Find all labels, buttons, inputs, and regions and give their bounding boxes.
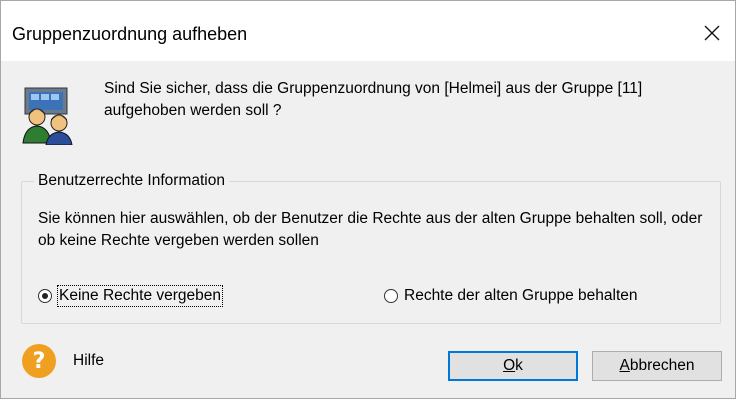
- cancel-button[interactable]: Abbrechen: [592, 351, 722, 381]
- help-icon[interactable]: ?: [22, 344, 56, 378]
- confirmation-message: Sind Sie sicher, dass die Gruppenzuordnu…: [104, 80, 643, 119]
- ok-label-rest: k: [515, 357, 523, 374]
- ok-button[interactable]: Ok: [448, 351, 578, 381]
- radio-keep-rights-label: Rechte der alten Gruppe behalten: [404, 287, 638, 304]
- radio-no-rights-label: Keine Rechte vergeben: [56, 285, 224, 307]
- dialog-window: Gruppenzuordnung aufheben Sind Sie siche…: [0, 0, 736, 399]
- rights-info-groupbox: Benutzerrechte Information Sie können hi…: [21, 171, 721, 324]
- radio-checked-icon: [38, 289, 52, 303]
- title-bar[interactable]: Gruppenzuordnung aufheben: [1, 1, 735, 61]
- radio-keep-rights[interactable]: Rechte der alten Gruppe behalten: [384, 286, 638, 306]
- close-icon: [704, 25, 720, 41]
- users-icon: [22, 87, 73, 145]
- help-link[interactable]: Hilfe: [73, 351, 104, 371]
- ok-accelerator: O: [503, 357, 516, 374]
- window-title: Gruppenzuordnung aufheben: [12, 24, 248, 44]
- close-button[interactable]: [689, 15, 735, 51]
- radio-unchecked-icon: [384, 289, 398, 303]
- groupbox-description: Sie können hier auswählen, ob der Benutz…: [38, 210, 703, 249]
- radio-no-rights[interactable]: Keine Rechte vergeben: [38, 285, 224, 307]
- cancel-label-rest: bbrechen: [629, 357, 695, 374]
- dialog-content: Sind Sie sicher, dass die Gruppenzuordnu…: [1, 61, 735, 398]
- cancel-accelerator: A: [619, 357, 630, 374]
- groupbox-legend: Benutzerrechte Information: [34, 171, 229, 191]
